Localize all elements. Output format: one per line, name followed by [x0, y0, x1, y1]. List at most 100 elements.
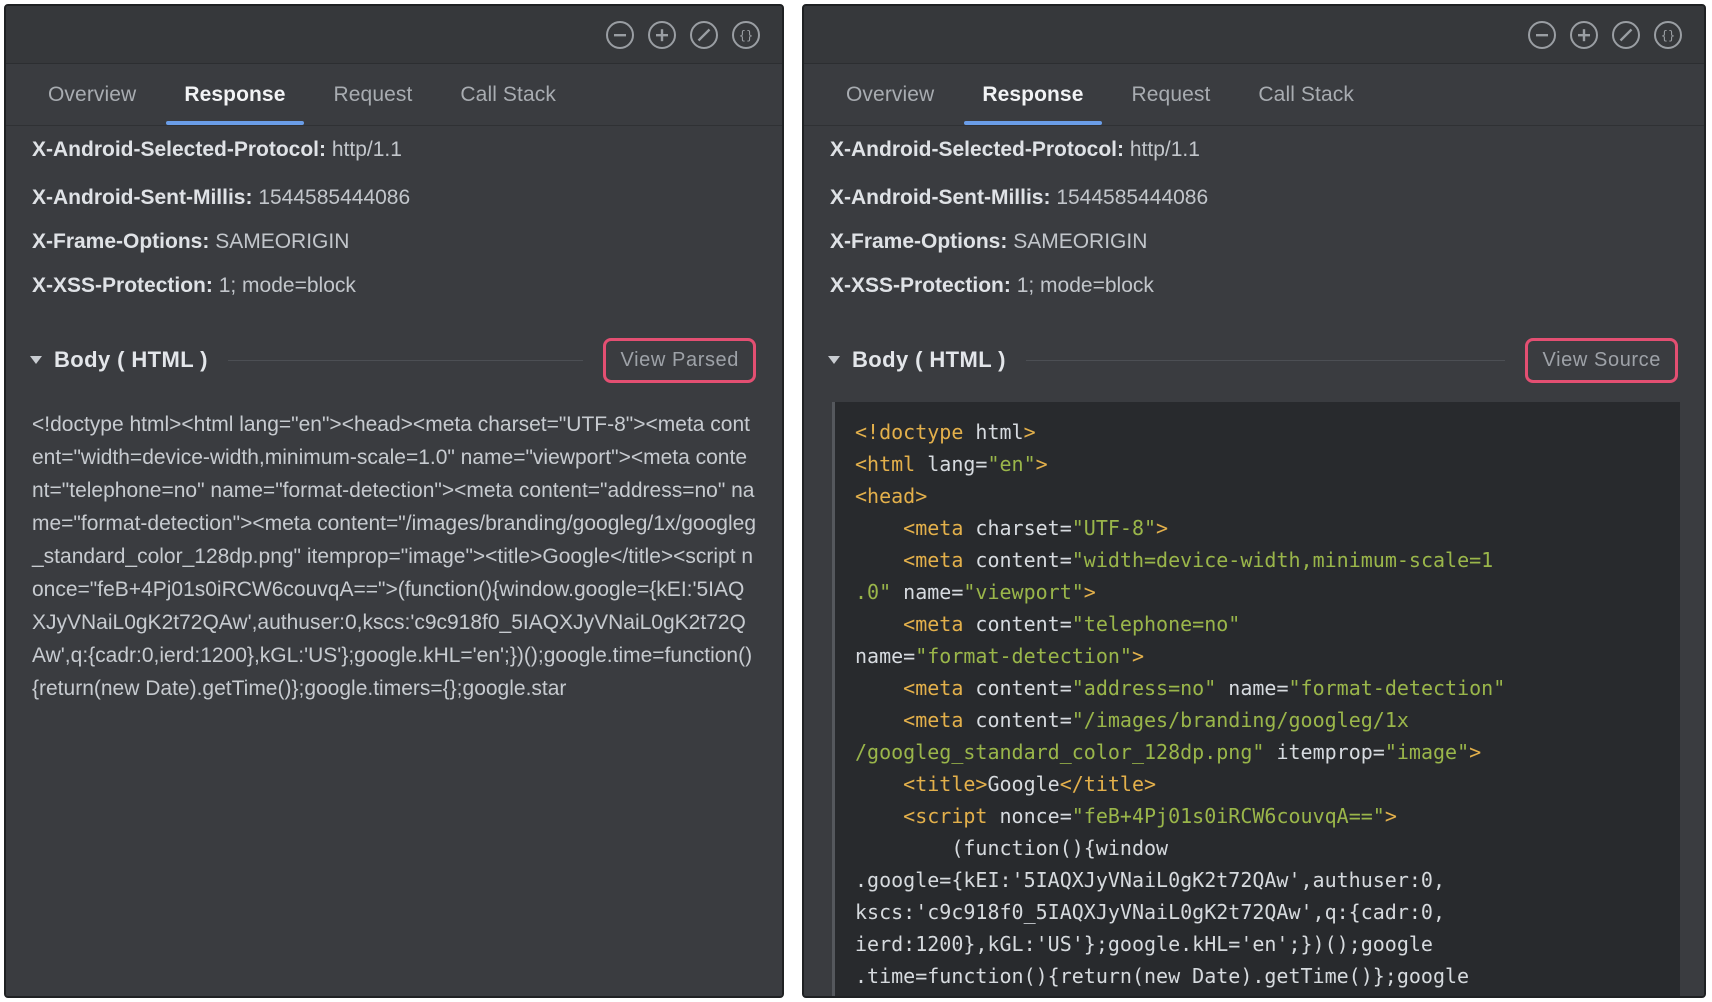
- source-token-tag: <script: [855, 804, 1000, 828]
- source-token-tag: <!doctype: [855, 420, 975, 444]
- source-code-container[interactable]: <!doctype html><html lang="en"><head> <m…: [832, 402, 1680, 996]
- source-line: (function(){window: [855, 832, 1674, 864]
- left-toolbar: {}: [6, 6, 782, 64]
- source-line: <head>: [855, 480, 1674, 512]
- source-line: .0" name="viewport">: [855, 576, 1674, 608]
- source-line: <meta content="/images/branding/googleg/…: [855, 704, 1674, 736]
- header-key: X-XSS-Protection:: [32, 274, 213, 297]
- right-content[interactable]: X-Android-Selected-Protocol: http/1.1 X-…: [804, 126, 1704, 996]
- tab-overview[interactable]: Overview: [24, 64, 160, 125]
- source-token-attr: itemprop=: [1264, 740, 1384, 764]
- source-token-js: .google={kEI:'5IAQXJyVNaiL0gK2t72QAw',au…: [855, 868, 1445, 892]
- tab-response[interactable]: Response: [958, 64, 1107, 125]
- disclosure-triangle-icon[interactable]: [828, 356, 840, 364]
- source-token-attr: name=: [1216, 676, 1288, 700]
- header-row: X-Frame-Options: SAMEORIGIN: [830, 220, 1678, 264]
- left-content[interactable]: X-Android-Selected-Protocol: http/1.1 X-…: [6, 126, 782, 996]
- source-token-val: .0": [855, 580, 891, 604]
- source-token-val: "UTF-8": [1072, 516, 1156, 540]
- source-token-attr: content=: [975, 676, 1071, 700]
- tab-response[interactable]: Response: [160, 64, 309, 125]
- tab-call-stack[interactable]: Call Stack: [1234, 64, 1378, 125]
- format-braces-icon[interactable]: {}: [732, 21, 760, 49]
- source-token-val: "width=device-width,minimum-scale=1: [1072, 548, 1493, 572]
- source-line: <!doctype html>: [855, 416, 1674, 448]
- zoom-out-icon[interactable]: [606, 21, 634, 49]
- source-token-tag: <html: [855, 452, 927, 476]
- source-token-tag: <meta: [855, 676, 975, 700]
- right-body-section-header: Body ( HTML ) View Source: [804, 334, 1704, 386]
- view-parsed-button[interactable]: View Parsed: [603, 338, 756, 383]
- source-line: <script nonce="feB+4Pj01s0iRCW6couvqA=="…: [855, 800, 1674, 832]
- source-token-tag: </title>: [1060, 772, 1156, 796]
- svg-text:{}: {}: [739, 28, 753, 42]
- source-token-tag: <meta: [855, 516, 975, 540]
- source-token-tag: >: [1024, 420, 1036, 444]
- header-key: X-Frame-Options:: [830, 230, 1007, 253]
- no-entry-icon[interactable]: [690, 21, 718, 49]
- zoom-in-icon[interactable]: [1570, 21, 1598, 49]
- section-title: Body ( HTML ): [852, 347, 1006, 373]
- source-line: /googleg_standard_color_128dp.png" itemp…: [855, 736, 1674, 768]
- svg-text:{}: {}: [1661, 28, 1675, 42]
- source-token-attr: lang=: [927, 452, 987, 476]
- tab-request[interactable]: Request: [1108, 64, 1235, 125]
- header-row: X-Android-Sent-Millis: 1544585444086: [32, 176, 756, 220]
- left-body-section-header: Body ( HTML ) View Parsed: [6, 334, 782, 386]
- source-token-val: "/images/branding/googleg/1x: [1072, 708, 1409, 732]
- header-value: http/1.1: [1130, 138, 1200, 161]
- header-key: X-XSS-Protection:: [830, 274, 1011, 297]
- source-line: <meta charset="UTF-8">: [855, 512, 1674, 544]
- source-line: .time=function(){return(new Date).getTim…: [855, 960, 1674, 992]
- source-token-val: "format-detection": [1289, 676, 1506, 700]
- source-token-tag: <meta: [855, 612, 975, 636]
- view-source-button[interactable]: View Source: [1525, 338, 1678, 383]
- tab-call-stack-label: Call Stack: [1258, 83, 1354, 107]
- source-line: name="format-detection">: [855, 640, 1674, 672]
- tab-call-stack[interactable]: Call Stack: [436, 64, 580, 125]
- left-inspector-panel: {} Overview Response Request Call Stack …: [4, 4, 784, 998]
- header-value: 1; mode=block: [1017, 274, 1154, 297]
- header-value: 1544585444086: [1056, 186, 1208, 209]
- source-line: .timers={};google.star: [855, 992, 1674, 996]
- header-value: 1; mode=block: [219, 274, 356, 297]
- tab-request-label: Request: [1132, 83, 1211, 107]
- header-value: SAMEORIGIN: [215, 230, 349, 253]
- source-token-val: "en": [987, 452, 1035, 476]
- right-tabbar: Overview Response Request Call Stack: [804, 64, 1704, 126]
- source-token-js: .time=function(){return(new Date).getTim…: [855, 964, 1469, 988]
- section-divider: [1026, 360, 1506, 361]
- right-toolbar: {}: [804, 6, 1704, 64]
- header-value: SAMEORIGIN: [1013, 230, 1147, 253]
- disclosure-triangle-icon[interactable]: [30, 356, 42, 364]
- source-token-tag: <meta: [855, 548, 975, 572]
- source-line: <meta content="address=no" name="format-…: [855, 672, 1674, 704]
- source-code-text: <!doctype html><html lang="en"><head> <m…: [855, 416, 1674, 996]
- zoom-out-icon[interactable]: [1528, 21, 1556, 49]
- source-token-tag: <meta: [855, 708, 975, 732]
- section-title: Body ( HTML ): [54, 347, 208, 373]
- source-token-attr: nonce=: [1000, 804, 1072, 828]
- header-key: X-Android-Selected-Protocol:: [32, 138, 326, 161]
- response-headers-list: X-Android-Selected-Protocol: http/1.1 X-…: [6, 126, 782, 308]
- tab-call-stack-label: Call Stack: [460, 83, 556, 107]
- header-row: X-Frame-Options: SAMEORIGIN: [32, 220, 756, 264]
- tab-overview-label: Overview: [846, 83, 934, 107]
- no-entry-icon[interactable]: [1612, 21, 1640, 49]
- source-token-val: "image": [1385, 740, 1469, 764]
- format-braces-icon[interactable]: {}: [1654, 21, 1682, 49]
- source-line: <meta content="width=device-width,minimu…: [855, 544, 1674, 576]
- zoom-in-icon[interactable]: [648, 21, 676, 49]
- source-token-val: "telephone=no": [1072, 612, 1241, 636]
- devtools-compare-view: {} Overview Response Request Call Stack …: [0, 0, 1712, 1002]
- header-key: X-Frame-Options:: [32, 230, 209, 253]
- response-headers-list: X-Android-Selected-Protocol: http/1.1 X-…: [804, 126, 1704, 308]
- source-line: <html lang="en">: [855, 448, 1674, 480]
- tab-overview-label: Overview: [48, 83, 136, 107]
- source-token-tag: >: [1036, 452, 1048, 476]
- tab-request[interactable]: Request: [310, 64, 437, 125]
- source-token-attr: name=: [855, 644, 915, 668]
- header-row: X-XSS-Protection: 1; mode=block: [830, 264, 1678, 308]
- source-token-js: (function(){window: [855, 836, 1168, 860]
- tab-overview[interactable]: Overview: [822, 64, 958, 125]
